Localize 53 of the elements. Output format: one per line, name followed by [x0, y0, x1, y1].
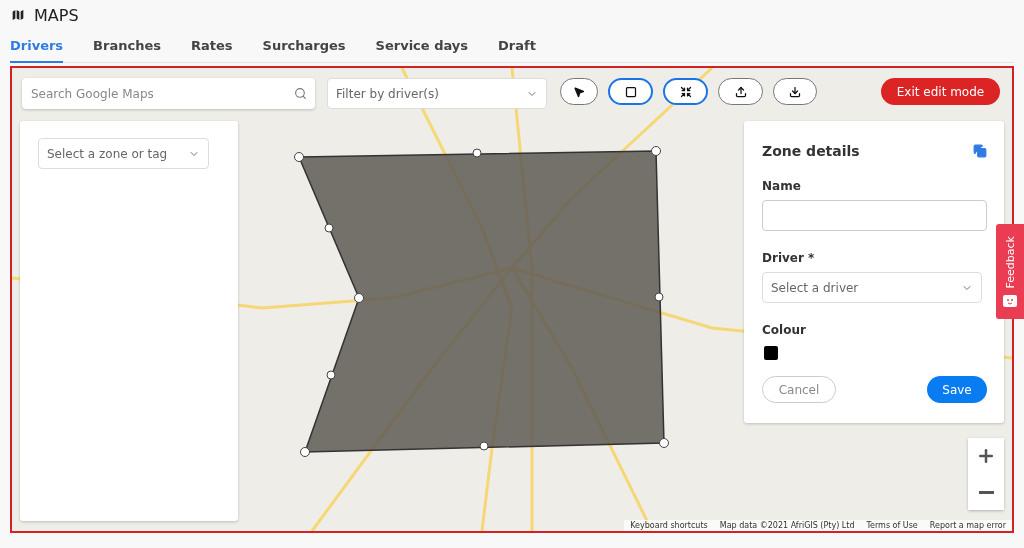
map-tool-button[interactable]	[560, 78, 598, 105]
feedback-tab[interactable]: Feedback	[996, 224, 1024, 319]
vertex-handle[interactable]	[479, 441, 489, 451]
search-icon	[294, 87, 307, 100]
zoom-in-button[interactable]	[968, 438, 1004, 474]
page-title: MAPS	[34, 5, 79, 25]
driver-select[interactable]: Select a driver	[762, 272, 982, 303]
map-footer-link[interactable]: Report a map error	[929, 521, 1006, 530]
map-tool-button[interactable]	[608, 78, 653, 105]
square-icon	[624, 85, 637, 98]
cancel-button[interactable]: Cancel	[762, 376, 836, 403]
map-icon	[10, 7, 26, 23]
panel-title: Zone details	[762, 143, 860, 159]
vertex-handle[interactable]	[654, 292, 664, 302]
tab[interactable]: Drivers	[10, 30, 64, 63]
vertex-handle[interactable]	[324, 223, 334, 233]
field-label: Colour	[762, 323, 807, 337]
map-tool-button[interactable]	[663, 78, 708, 105]
save-button[interactable]: Save	[927, 376, 987, 403]
tab[interactable]: Rates	[191, 30, 233, 63]
vertex-handle[interactable]	[472, 148, 482, 158]
map-footer-link[interactable]: Keyboard shortcuts	[630, 521, 708, 530]
plus-icon	[976, 446, 996, 466]
colour-swatch[interactable]	[764, 346, 778, 360]
vertex-handle[interactable]	[659, 438, 669, 448]
tab[interactable]: Branches	[93, 30, 161, 63]
driver-filter-select[interactable]: Filter by driver(s)	[327, 78, 547, 109]
download-icon	[789, 85, 801, 98]
map-footer-link[interactable]: Terms of Use	[866, 521, 918, 530]
smiley-icon	[1003, 294, 1017, 307]
vertex-handle[interactable]	[354, 293, 364, 303]
exit-edit-mode-button[interactable]: Exit edit mode	[881, 78, 1000, 105]
name-input-field[interactable]	[762, 200, 987, 231]
minus-icon	[978, 490, 994, 494]
copy-icon[interactable]	[973, 144, 987, 158]
map-tool-button[interactable]	[718, 78, 763, 105]
tab[interactable]: Service days	[375, 30, 469, 63]
zoom-out-button[interactable]	[968, 474, 1004, 510]
map-tool-button[interactable]	[773, 78, 817, 105]
field-label: Driver *	[762, 251, 816, 265]
shrink-icon	[679, 85, 692, 98]
tab[interactable]: Surcharges	[262, 30, 346, 63]
vertex-handle[interactable]	[294, 152, 304, 162]
zone-select[interactable]: Select a zone or tag	[38, 138, 209, 169]
vertex-handle[interactable]	[651, 146, 661, 156]
vertex-handle[interactable]	[300, 447, 310, 457]
field-label: Name	[762, 179, 802, 193]
pointer-icon	[573, 85, 585, 98]
map-footer-link[interactable]: Map data ©2021 AfriGIS (Pty) Ltd	[719, 521, 855, 530]
search-field[interactable]: Search Google Maps	[22, 78, 315, 109]
vertex-handle[interactable]	[326, 370, 336, 380]
tab[interactable]: Draft	[498, 30, 536, 63]
upload-icon	[734, 85, 747, 98]
